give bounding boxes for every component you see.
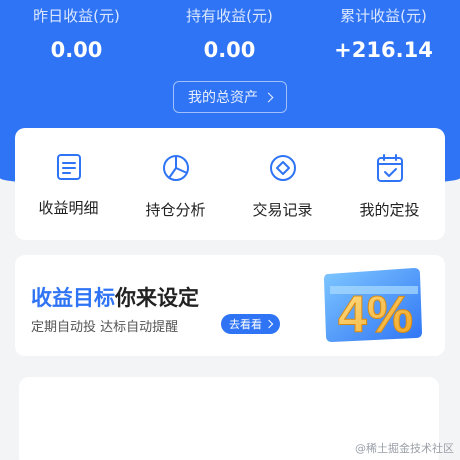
go-see-label: 去看看 bbox=[229, 318, 262, 331]
promo-title-highlight: 收益目标 bbox=[31, 286, 115, 310]
stat-label: 累计收益(元) bbox=[340, 7, 427, 25]
stat-holding-earnings[interactable]: 持有收益(元) 0.00 bbox=[153, 5, 306, 67]
stat-value: 0.00 bbox=[50, 38, 103, 62]
document-icon bbox=[56, 154, 81, 180]
nav-item-position-analysis[interactable]: 持仓分析 bbox=[122, 153, 229, 220]
stat-value: +216.14 bbox=[334, 38, 433, 62]
stat-label: 昨日收益(元) bbox=[33, 7, 120, 25]
calendar-check-icon bbox=[376, 154, 403, 182]
total-assets-button[interactable]: 我的总资产 bbox=[173, 81, 287, 113]
promo-badge-text: 4% bbox=[338, 286, 413, 344]
total-assets-label: 我的总资产 bbox=[188, 90, 258, 106]
go-see-button[interactable]: 去看看 bbox=[221, 314, 280, 334]
chevron-right-icon bbox=[264, 319, 274, 329]
pie-chart-icon bbox=[162, 155, 189, 181]
diamond-record-icon bbox=[269, 155, 296, 181]
chevron-right-icon bbox=[263, 92, 274, 102]
stat-label: 持有收益(元) bbox=[186, 7, 273, 25]
nav-label: 我的定投 bbox=[359, 201, 420, 219]
nav-label: 交易记录 bbox=[252, 201, 313, 219]
nav-item-transaction-records[interactable]: 交易记录 bbox=[229, 153, 336, 220]
nav-label: 收益明细 bbox=[38, 199, 99, 217]
stat-total-earnings[interactable]: 累计收益(元) +216.14 bbox=[307, 5, 460, 67]
promo-subtitle: 定期自动投 达标自动提醒 bbox=[31, 320, 179, 335]
promo-title-rest: 你来设定 bbox=[115, 286, 199, 310]
watermark: @稀土掘金技术社区 bbox=[355, 442, 454, 455]
promo-title: 收益目标你来设定 bbox=[31, 282, 199, 312]
percentage-card-illustration: 4% bbox=[324, 268, 422, 345]
earnings-goal-promo-card[interactable]: 收益目标你来设定 定期自动投 达标自动提醒 去看看 4% bbox=[15, 255, 445, 356]
nav-item-earnings-detail[interactable]: 收益明细 bbox=[15, 153, 122, 218]
stat-yesterday-earnings[interactable]: 昨日收益(元) 0.00 bbox=[0, 5, 153, 67]
nav-label: 持仓分析 bbox=[145, 201, 206, 219]
nav-item-my-investment-plan[interactable]: 我的定投 bbox=[336, 153, 443, 220]
quick-nav-card: 收益明细 持仓分析 交易记录 我的定投 bbox=[15, 128, 445, 240]
stat-value: 0.00 bbox=[203, 38, 256, 62]
